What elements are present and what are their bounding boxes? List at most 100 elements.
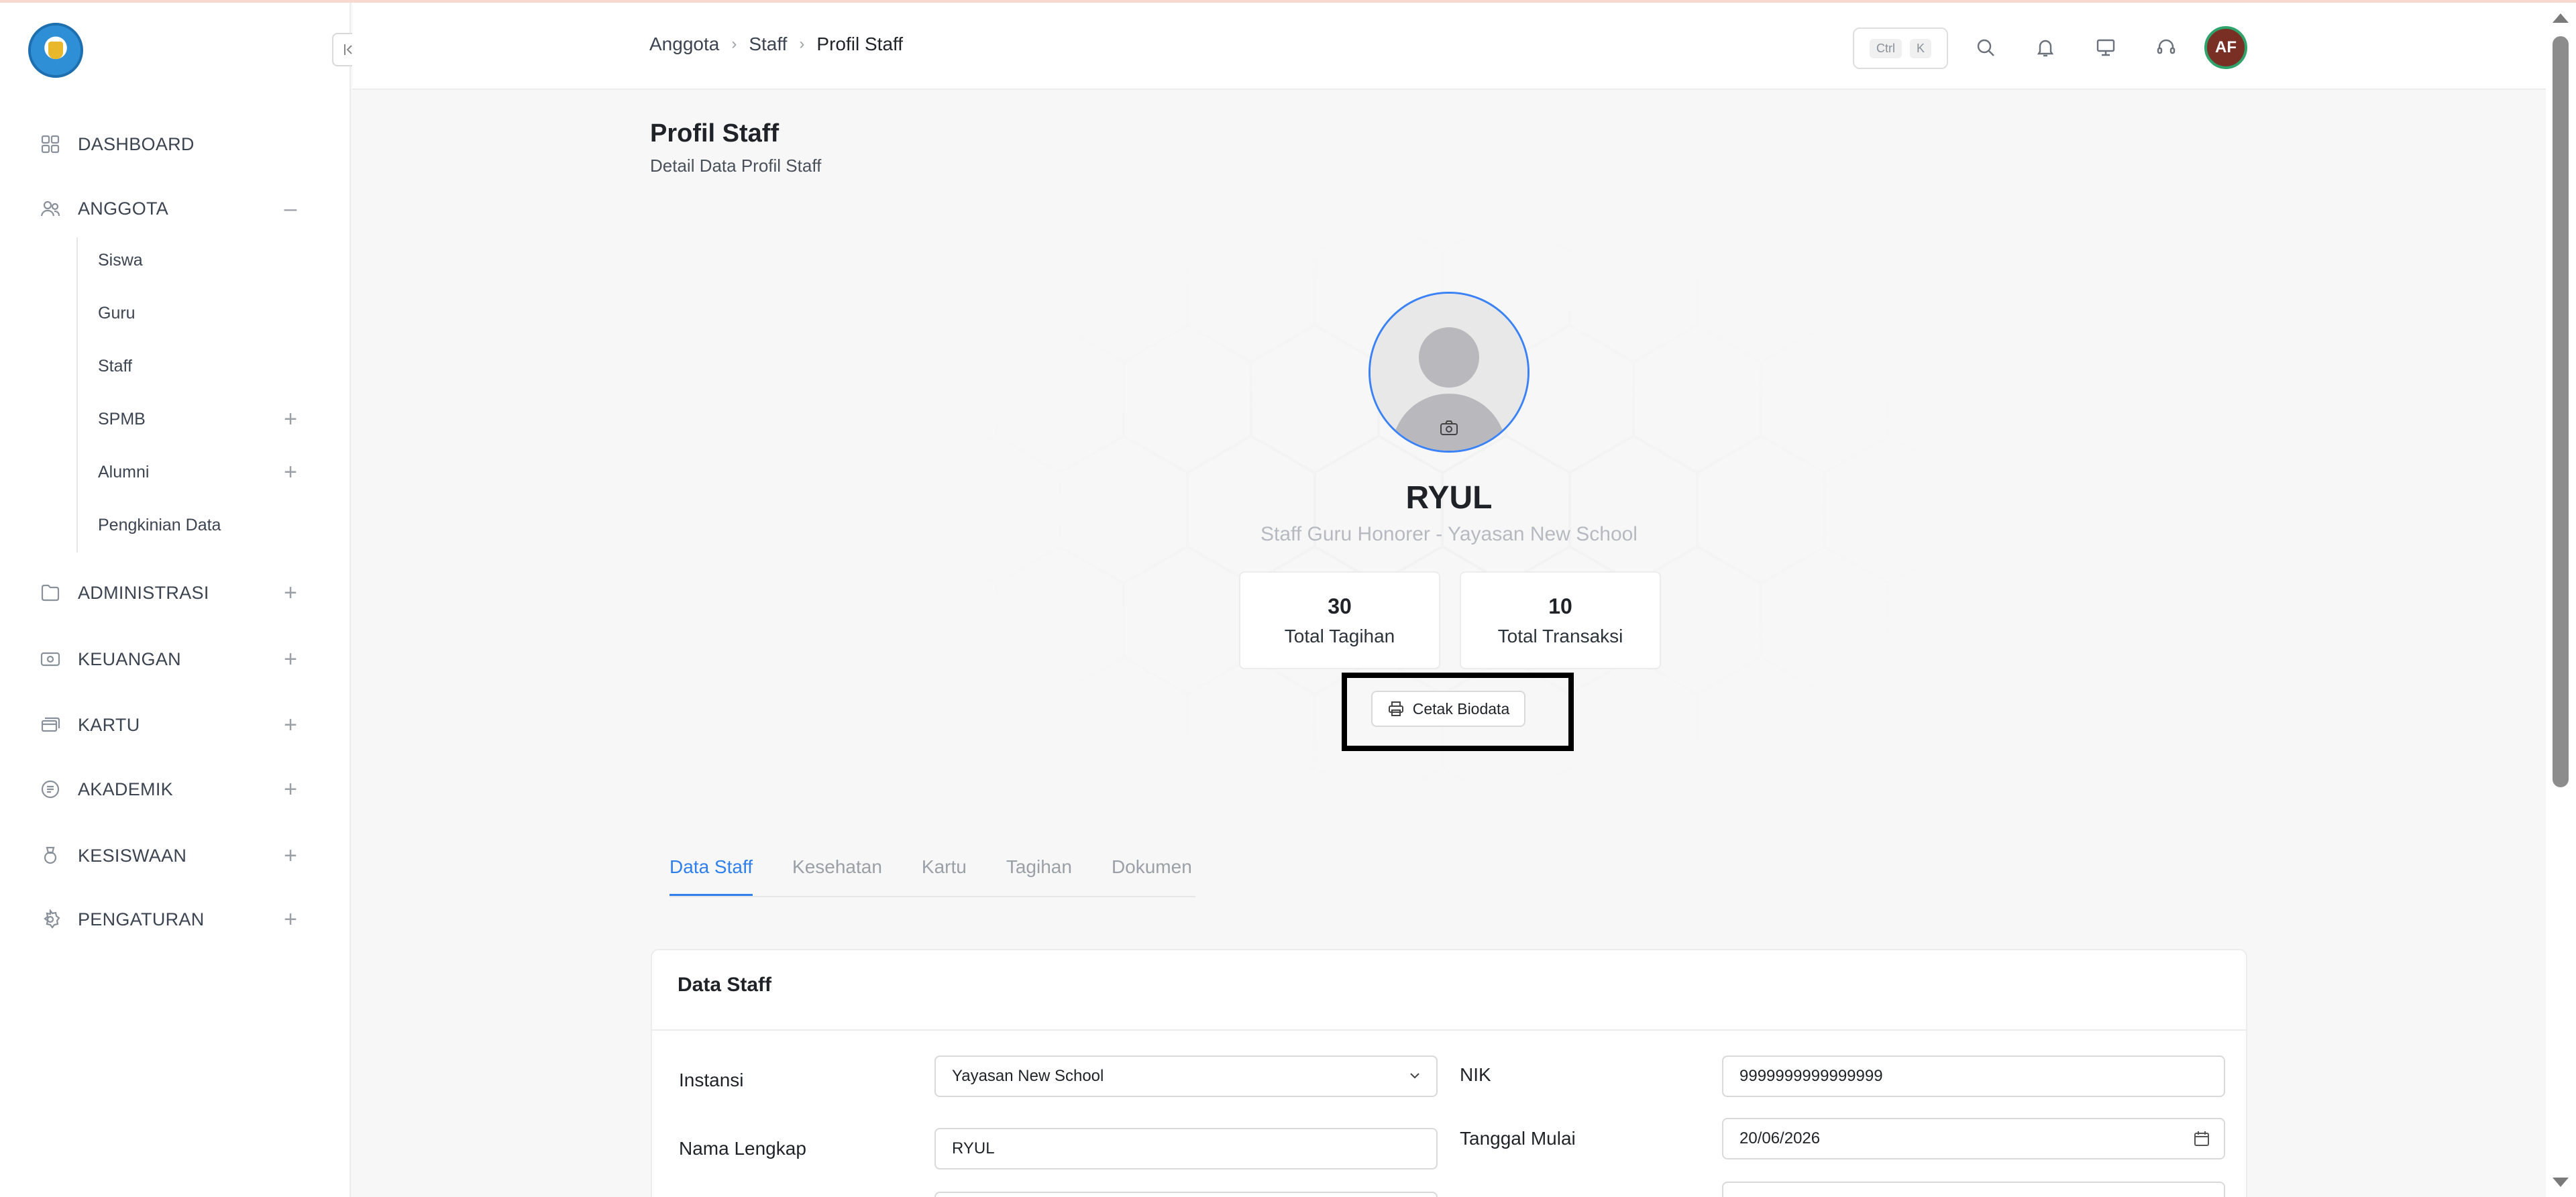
profile-name: RYUL — [1405, 480, 1493, 516]
nik-field[interactable]: 9999999999999999 — [1722, 1056, 2225, 1097]
submenu-item-pengkinian-data[interactable]: Pengkinian Data — [98, 510, 221, 540]
sidebar-item-label: PENGATURAN — [78, 909, 205, 929]
expand-plus-icon[interactable]: + — [280, 903, 301, 936]
sidebar-item-label: KEUANGAN — [78, 648, 181, 669]
folder-icon — [39, 581, 62, 604]
monitor-icon[interactable] — [2091, 33, 2121, 62]
sidebar-item-label: KESISWAAN — [78, 845, 187, 866]
grid-icon — [39, 133, 62, 156]
sidebar-item-label: DASHBOARD — [78, 133, 195, 154]
scroll-up-arrow-icon[interactable] — [2553, 13, 2569, 23]
nama-lengkap-value: RYUL — [952, 1139, 995, 1157]
nik-label: NIK — [1460, 1064, 1491, 1085]
next-field[interactable] — [934, 1192, 1438, 1197]
expand-plus-icon[interactable]: + — [280, 576, 301, 610]
chevron-down-icon — [1407, 1068, 1423, 1088]
print-biodata-button[interactable]: Cetak Biodata — [1371, 691, 1525, 727]
page-title: Profil Staff — [650, 119, 780, 148]
submenu-item-spmb[interactable]: SPMB — [98, 404, 146, 435]
scrollbar[interactable] — [2546, 3, 2576, 1197]
sidebar-item-administrasi[interactable]: ADMINISTRASI — [39, 576, 209, 610]
tab-kesehatan[interactable]: Kesehatan — [792, 846, 882, 897]
command-search-button[interactable]: Ctrl K — [1853, 27, 1948, 69]
tab-kartu[interactable]: Kartu — [922, 846, 967, 897]
shortcut-key: Ctrl — [1869, 38, 1902, 58]
stat-label: Total Tagihan — [1284, 625, 1395, 646]
instansi-select[interactable]: Yayasan New School — [934, 1056, 1438, 1097]
card-header: Data Staff — [652, 950, 2246, 1031]
page-subtitle: Detail Data Profil Staff — [650, 156, 822, 176]
gear-icon — [39, 908, 62, 931]
school-logo[interactable] — [28, 23, 83, 78]
stat-label: Total Transaksi — [1497, 625, 1623, 646]
breadcrumb-staff[interactable]: Staff — [749, 34, 787, 55]
sidebar-item-kartu[interactable]: KARTU — [39, 708, 140, 742]
chevron-right-icon: › — [799, 35, 805, 53]
tabs-divider — [669, 896, 1195, 897]
next-field[interactable] — [1722, 1182, 2225, 1197]
submenu-item-guru[interactable]: Guru — [98, 298, 136, 329]
stat-value: 30 — [1328, 593, 1352, 618]
instansi-label: Instansi — [679, 1070, 744, 1090]
printer-icon — [1388, 701, 1403, 716]
expand-plus-icon[interactable]: + — [280, 773, 301, 806]
expand-plus-icon[interactable]: + — [280, 708, 301, 742]
card-title: Data Staff — [678, 974, 772, 996]
calendar-icon[interactable] — [2193, 1130, 2210, 1152]
expand-plus-icon[interactable]: + — [280, 455, 301, 489]
submenu-item-siswa[interactable]: Siswa — [98, 245, 143, 276]
breadcrumb-current: Profil Staff — [816, 34, 904, 54]
submenu-item-staff[interactable]: Staff — [98, 351, 132, 382]
nama-lengkap-label: Nama Lengkap — [679, 1138, 806, 1159]
sidebar: DASHBOARD ANGGOTA – Siswa Guru Staff SPM… — [0, 3, 366, 1197]
sidebar-item-akademik[interactable]: AKADEMIK — [39, 773, 173, 806]
tab-data-staff[interactable]: Data Staff — [669, 846, 753, 897]
tab-tagihan[interactable]: Tagihan — [1006, 846, 1072, 897]
stat-card-total-tagihan: 30 Total Tagihan — [1239, 571, 1440, 669]
sidebar-item-label: KARTU — [78, 714, 140, 735]
profile-role: Staff Guru Honorer - Yayasan New School — [1260, 523, 1638, 545]
breadcrumb: Anggota › Staff › Profil Staff — [649, 34, 903, 55]
submenu-divider — [76, 237, 78, 553]
support-headset-icon[interactable] — [2151, 33, 2181, 62]
sidebar-item-dashboard[interactable]: DASHBOARD — [39, 127, 195, 161]
shortcut-key: K — [1909, 38, 1931, 58]
scrollbar-thumb[interactable] — [2553, 36, 2569, 787]
medal-icon — [39, 844, 62, 867]
tanggal-mulai-field[interactable]: 20/06/2026 — [1722, 1118, 2225, 1159]
sidebar-item-kesiswaan[interactable]: KESISWAAN — [39, 839, 186, 872]
data-staff-card: Data Staff Instansi Yayasan New School N… — [651, 949, 2247, 1197]
user-avatar[interactable]: AF — [2204, 26, 2247, 69]
nik-value: 9999999999999999 — [1739, 1067, 1883, 1085]
bell-icon[interactable] — [2031, 33, 2060, 62]
collapse-minus-icon[interactable]: – — [280, 192, 301, 225]
instansi-value: Yayasan New School — [952, 1067, 1104, 1085]
expand-plus-icon[interactable]: + — [280, 402, 301, 436]
search-icon[interactable] — [1971, 33, 2000, 62]
tanggal-mulai-label: Tanggal Mulai — [1460, 1128, 1576, 1149]
expand-plus-icon[interactable]: + — [280, 839, 301, 872]
book-icon — [39, 778, 62, 801]
breadcrumb-anggota[interactable]: Anggota — [649, 34, 719, 55]
profile-tabs: Data Staff Kesehatan Kartu Tagihan Dokum… — [669, 846, 1232, 897]
print-biodata-label: Cetak Biodata — [1412, 699, 1510, 718]
top-header: Anggota › Staff › Profil Staff Ctrl K AF — [352, 3, 2546, 90]
submenu-item-alumni[interactable]: Alumni — [98, 457, 149, 488]
expand-plus-icon[interactable]: + — [280, 642, 301, 676]
nama-lengkap-field[interactable]: RYUL — [934, 1128, 1438, 1170]
camera-icon[interactable] — [1440, 420, 1458, 436]
users-icon — [39, 197, 62, 220]
sidebar-item-anggota[interactable]: ANGGOTA — [39, 192, 168, 225]
tab-dokumen[interactable]: Dokumen — [1112, 846, 1192, 897]
stat-value: 10 — [1548, 593, 1572, 618]
sidebar-item-label: ADMINISTRASI — [78, 582, 209, 603]
sidebar-item-keuangan[interactable]: KEUANGAN — [39, 642, 181, 676]
cards-icon — [39, 714, 62, 736]
sidebar-item-pengaturan[interactable]: PENGATURAN — [39, 903, 205, 936]
stat-card-total-transaksi: 10 Total Transaksi — [1460, 571, 1661, 669]
sidebar-item-label: AKADEMIK — [78, 779, 173, 799]
chevron-right-icon: › — [731, 35, 737, 53]
money-icon — [39, 648, 62, 671]
tanggal-mulai-value: 20/06/2026 — [1739, 1129, 1821, 1147]
scroll-down-arrow-icon[interactable] — [2553, 1178, 2569, 1187]
